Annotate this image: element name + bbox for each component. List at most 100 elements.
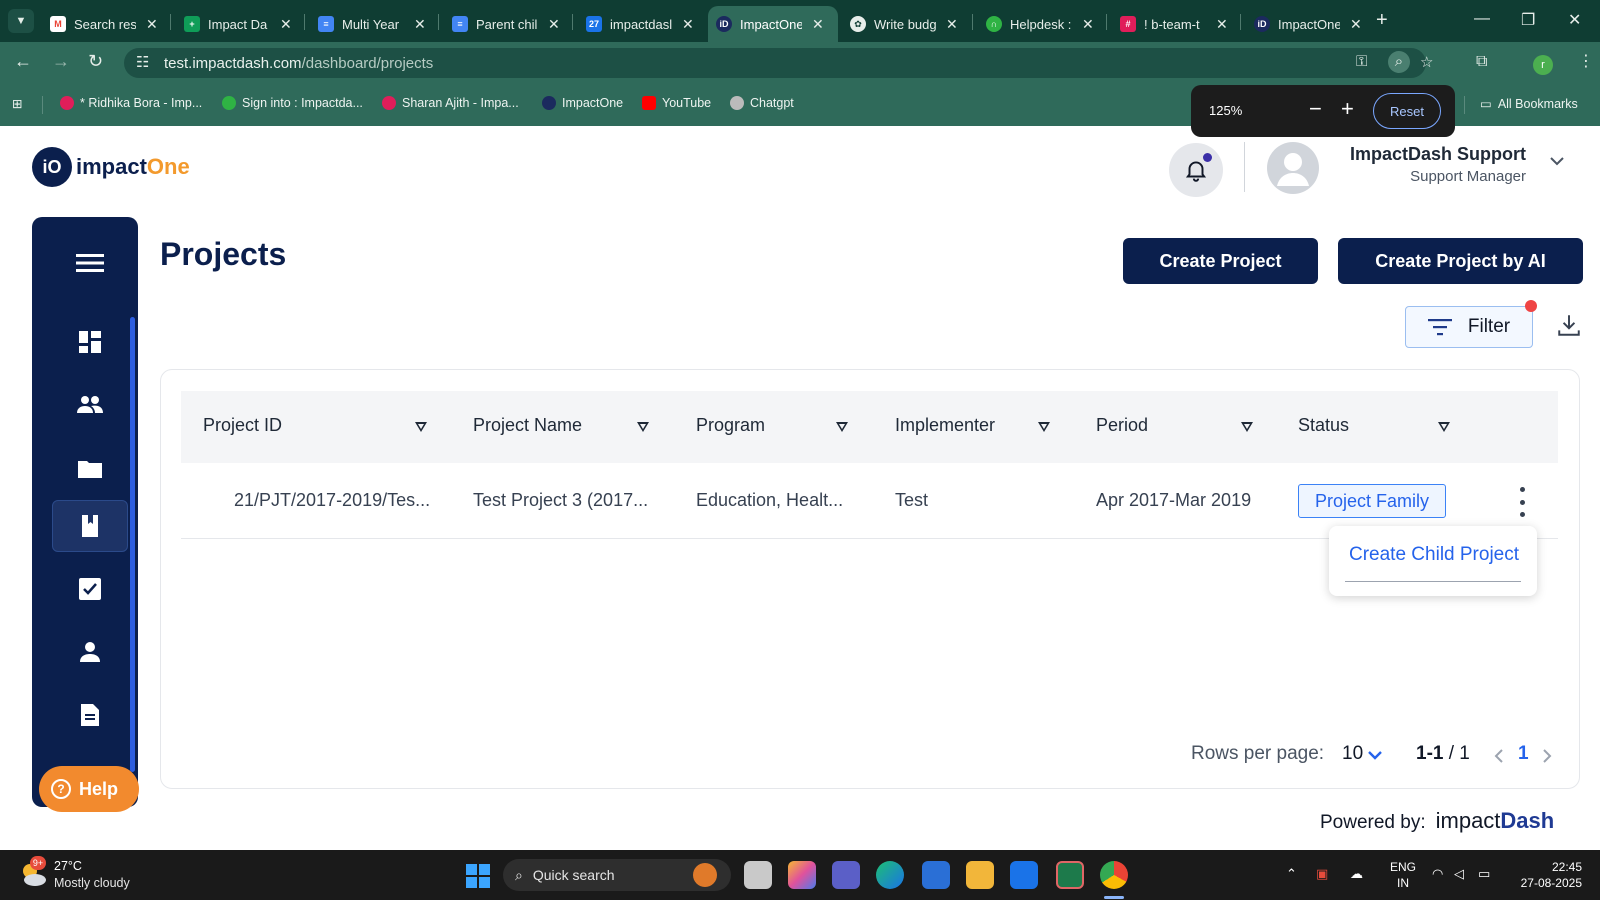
filter-button[interactable]: Filter [1405, 306, 1533, 348]
download-icon[interactable] [1556, 312, 1582, 343]
sidebar-menu-toggle[interactable] [52, 237, 128, 289]
next-page-chevron-right-icon[interactable] [1541, 748, 1553, 769]
back-arrow-icon[interactable]: ← [14, 51, 32, 72]
cell-project-name[interactable]: Test Project 3 (2017... [473, 490, 648, 511]
chrome-icon[interactable] [1100, 861, 1128, 889]
antivirus-tray-icon[interactable]: ▣ [1316, 866, 1328, 882]
volume-icon[interactable]: ◁ [1454, 866, 1464, 882]
extensions-icon[interactable]: ⧉ [1476, 53, 1487, 71]
browser-tab-2[interactable]: + Impact Da ✕ [176, 6, 304, 42]
sort-triangle-icon[interactable] [836, 422, 848, 432]
sidebar-item-tasks[interactable] [52, 563, 128, 615]
battery-icon[interactable]: ▭ [1478, 866, 1490, 882]
rows-per-page-select[interactable]: 10 [1342, 743, 1363, 765]
clock[interactable]: 22:45 27-08-2025 [1516, 859, 1582, 891]
taskbar-search[interactable]: ⌕ Quick search [503, 859, 731, 891]
column-header-implementer[interactable]: Implementer [895, 415, 995, 436]
outlook-icon[interactable] [1010, 861, 1038, 889]
sort-triangle-icon[interactable] [1038, 422, 1050, 432]
copilot-icon[interactable] [788, 861, 816, 889]
window-close-icon[interactable]: ✕ [1568, 10, 1581, 30]
browser-tab-7[interactable]: ✿ Write budg ✕ [842, 6, 970, 42]
browser-tab-8[interactable]: ∩ Helpdesk : ✕ [978, 6, 1106, 42]
sort-triangle-icon[interactable] [1241, 422, 1253, 432]
close-icon[interactable]: ✕ [812, 16, 824, 33]
sort-triangle-icon[interactable] [1438, 422, 1450, 432]
apps-grid-icon[interactable]: ⊞ [12, 96, 22, 111]
row-actions-kebab-icon[interactable] [1516, 487, 1528, 517]
key-icon[interactable]: ⚿ [1356, 53, 1367, 70]
weather-temperature[interactable]: 27°C [54, 859, 82, 873]
store-icon[interactable] [922, 861, 950, 889]
close-icon[interactable]: ✕ [1216, 16, 1228, 33]
url-text[interactable]: test.impactdash.com/dashboard/projects [164, 55, 433, 72]
column-header-period[interactable]: Period [1096, 415, 1148, 436]
bookmark-item-6[interactable]: Chatgpt [730, 96, 794, 110]
sort-triangle-icon[interactable] [415, 422, 427, 432]
onedrive-warning-icon[interactable]: ☁ [1350, 866, 1363, 882]
browser-tab-1[interactable]: M Search res ✕ [42, 6, 170, 42]
rows-per-page-chevron-down-icon[interactable] [1367, 748, 1383, 766]
zoom-magnifier-icon[interactable]: ⌕ [1388, 51, 1410, 73]
profile-avatar[interactable]: r [1533, 55, 1553, 75]
browser-tab-3[interactable]: ≡ Multi Year ✕ [310, 6, 438, 42]
column-header-project-name[interactable]: Project Name [473, 415, 582, 436]
windows-start-icon[interactable] [466, 864, 490, 888]
create-project-button[interactable]: Create Project [1123, 238, 1318, 284]
sidebar-item-profile[interactable] [52, 626, 128, 678]
show-hidden-icons-chevron-up-icon[interactable]: ⌃ [1286, 866, 1297, 882]
close-icon[interactable]: ✕ [1082, 16, 1094, 33]
bookmark-item-5[interactable]: YouTube [642, 96, 711, 110]
sidebar-item-reports[interactable] [52, 689, 128, 741]
teams-icon[interactable] [832, 861, 860, 889]
previous-page-chevron-left-icon[interactable] [1493, 748, 1505, 769]
tab-search-button[interactable]: ▼ [8, 9, 34, 33]
sidebar-item-folders[interactable] [52, 442, 128, 494]
browser-tab-5[interactable]: 27 impactdasl ✕ [578, 6, 706, 42]
close-icon[interactable]: ✕ [548, 16, 560, 33]
sidebar-item-projects[interactable] [52, 500, 128, 552]
column-header-status[interactable]: Status [1298, 415, 1349, 436]
close-icon[interactable]: ✕ [1350, 16, 1362, 33]
zoom-in-plus-icon[interactable]: + [1341, 96, 1354, 122]
forward-arrow-icon[interactable]: → [52, 51, 70, 72]
create-project-by-ai-button[interactable]: Create Project by AI [1338, 238, 1583, 284]
address-bar[interactable]: ☷ test.impactdash.com/dashboard/projects… [124, 48, 1433, 78]
help-button[interactable]: ? Help [39, 766, 139, 812]
column-header-program[interactable]: Program [696, 415, 765, 436]
reload-icon[interactable]: ↻ [88, 51, 103, 72]
browser-tab-4[interactable]: ≡ Parent chil ✕ [444, 6, 572, 42]
weather-description[interactable]: Mostly cloudy [54, 876, 130, 890]
bookmark-item-4[interactable]: ImpactOne [542, 96, 623, 110]
file-explorer-icon[interactable] [966, 861, 994, 889]
restore-icon[interactable]: ❐ [1521, 10, 1535, 30]
avatar[interactable] [1267, 142, 1319, 194]
browser-tab-10[interactable]: iD ImpactOne ✕ [1246, 6, 1370, 42]
task-view-icon[interactable] [744, 861, 772, 889]
close-icon[interactable]: ✕ [146, 16, 158, 33]
browser-tab-6-active[interactable]: iD ImpactOne ✕ [708, 6, 838, 42]
browser-tab-9[interactable]: # ! b-team-t ✕ [1112, 6, 1240, 42]
notification-button[interactable] [1169, 143, 1223, 197]
all-bookmarks[interactable]: ▭ All Bookmarks [1480, 96, 1578, 112]
minimize-icon[interactable]: — [1474, 10, 1490, 28]
sort-triangle-icon[interactable] [637, 422, 649, 432]
sidebar-scrollbar[interactable] [130, 317, 135, 772]
bookmark-star-icon[interactable]: ☆ [1420, 53, 1433, 71]
cell-project-id[interactable]: 21/PJT/2017-2019/Tes... [234, 490, 430, 511]
bookmark-item-3[interactable]: Sharan Ajith - Impa... [382, 96, 519, 110]
zoom-out-minus-icon[interactable]: − [1309, 96, 1322, 122]
sheets-app-icon[interactable] [1056, 861, 1084, 889]
site-info-icon[interactable]: ☷ [136, 53, 149, 71]
column-header-project-id[interactable]: Project ID [203, 415, 282, 436]
status-badge[interactable]: Project Family [1298, 484, 1446, 518]
impactone-logo[interactable]: iO impactOne [32, 147, 190, 187]
close-icon[interactable]: ✕ [414, 16, 426, 33]
create-child-project-menu-item[interactable]: Create Child Project [1349, 544, 1519, 566]
edge-icon[interactable] [876, 861, 904, 889]
more-vertical-icon[interactable]: ⋮ [1578, 51, 1594, 71]
close-icon[interactable]: ✕ [280, 16, 292, 33]
zoom-reset-button[interactable]: Reset [1373, 93, 1441, 129]
close-icon[interactable]: ✕ [946, 16, 958, 33]
language-indicator[interactable]: ENG IN [1390, 859, 1416, 891]
